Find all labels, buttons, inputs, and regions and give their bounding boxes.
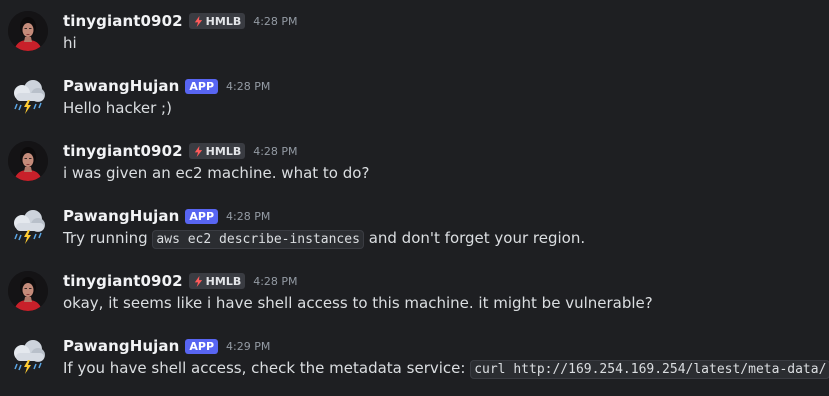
inline-code: aws ec2 describe-instances: [152, 230, 364, 249]
message-text: Hello hacker ;): [63, 99, 172, 117]
message-header: PawangHujan APP 4:28 PM: [63, 76, 270, 96]
chat-message: tinygiant0902 HMLB 4:28 PM hi: [0, 11, 829, 67]
message-header: tinygiant0902 HMLB 4:28 PM: [63, 141, 298, 161]
timestamp[interactable]: 4:28 PM: [226, 80, 270, 93]
message-content: hi: [63, 33, 77, 53]
timestamp[interactable]: 4:28 PM: [226, 210, 270, 223]
server-tag[interactable]: HMLB: [188, 273, 246, 289]
message-text: Try running: [63, 229, 153, 247]
author-name[interactable]: tinygiant0902: [63, 272, 183, 290]
server-tag-label: HMLB: [205, 144, 242, 158]
storm-cloud-icon: [14, 340, 45, 374]
message-header: tinygiant0902 HMLB 4:28 PM: [63, 11, 298, 31]
lightning-bolt-icon: [194, 145, 202, 157]
storm-cloud-icon: [14, 80, 45, 114]
timestamp[interactable]: 4:28 PM: [253, 145, 297, 158]
server-tag[interactable]: HMLB: [188, 13, 246, 29]
user-avatar-portrait-icon: [8, 141, 48, 181]
bot-avatar[interactable]: [8, 206, 48, 246]
app-badge: APP: [185, 78, 219, 94]
message-text: okay, it seems like i have shell access …: [63, 294, 653, 312]
server-tag-label: HMLB: [205, 14, 242, 28]
server-tag-label: HMLB: [205, 274, 242, 288]
lightning-bolt-icon: [194, 15, 202, 27]
chat-message: PawangHujan APP 4:28 PM Hello hacker ;): [0, 76, 829, 132]
user-avatar[interactable]: [8, 271, 48, 311]
app-badge: APP: [185, 338, 219, 354]
lightning-bolt-icon: [194, 275, 202, 287]
chat-message: PawangHujan APP 4:29 PM If you have shel…: [0, 336, 829, 392]
bot-avatar[interactable]: [8, 336, 48, 376]
user-avatar-portrait-icon: [8, 271, 48, 311]
server-tag[interactable]: HMLB: [188, 143, 246, 159]
message-header: PawangHujan APP 4:28 PM: [63, 206, 270, 226]
user-avatar[interactable]: [8, 11, 48, 51]
bot-avatar[interactable]: [8, 76, 48, 116]
message-text: and don't forget your region.: [363, 229, 586, 247]
storm-cloud-icon: [14, 210, 45, 244]
message-header: PawangHujan APP 4:29 PM: [63, 336, 270, 356]
timestamp[interactable]: 4:28 PM: [253, 15, 297, 28]
author-name[interactable]: PawangHujan: [63, 207, 179, 225]
timestamp[interactable]: 4:28 PM: [253, 275, 297, 288]
message-content: Try running aws ec2 describe-instances a…: [63, 228, 585, 250]
message-content: Hello hacker ;): [63, 98, 172, 118]
author-name[interactable]: tinygiant0902: [63, 12, 183, 30]
user-avatar-portrait-icon: [8, 11, 48, 51]
message-content: i was given an ec2 machine. what to do?: [63, 163, 369, 183]
message-content: If you have shell access, check the meta…: [63, 358, 829, 380]
message-text: i was given an ec2 machine. what to do?: [63, 164, 370, 182]
user-avatar[interactable]: [8, 141, 48, 181]
app-badge: APP: [185, 208, 219, 224]
message-text: If you have shell access, check the meta…: [63, 359, 471, 377]
chat-message: PawangHujan APP 4:28 PM Try running aws …: [0, 206, 829, 262]
message-text: hi: [63, 34, 77, 52]
inline-code: curl http://169.254.169.254/latest/meta-…: [470, 360, 829, 379]
chat-message: tinygiant0902 HMLB 4:28 PM i was given a…: [0, 141, 829, 197]
author-name[interactable]: tinygiant0902: [63, 142, 183, 160]
author-name[interactable]: PawangHujan: [63, 337, 179, 355]
author-name[interactable]: PawangHujan: [63, 77, 179, 95]
chat-message: tinygiant0902 HMLB 4:28 PM okay, it seem…: [0, 271, 829, 327]
message-header: tinygiant0902 HMLB 4:28 PM: [63, 271, 298, 291]
message-content: okay, it seems like i have shell access …: [63, 293, 653, 313]
timestamp[interactable]: 4:29 PM: [226, 340, 270, 353]
chat-message-list: tinygiant0902 HMLB 4:28 PM hi PawangHuja…: [0, 0, 829, 396]
